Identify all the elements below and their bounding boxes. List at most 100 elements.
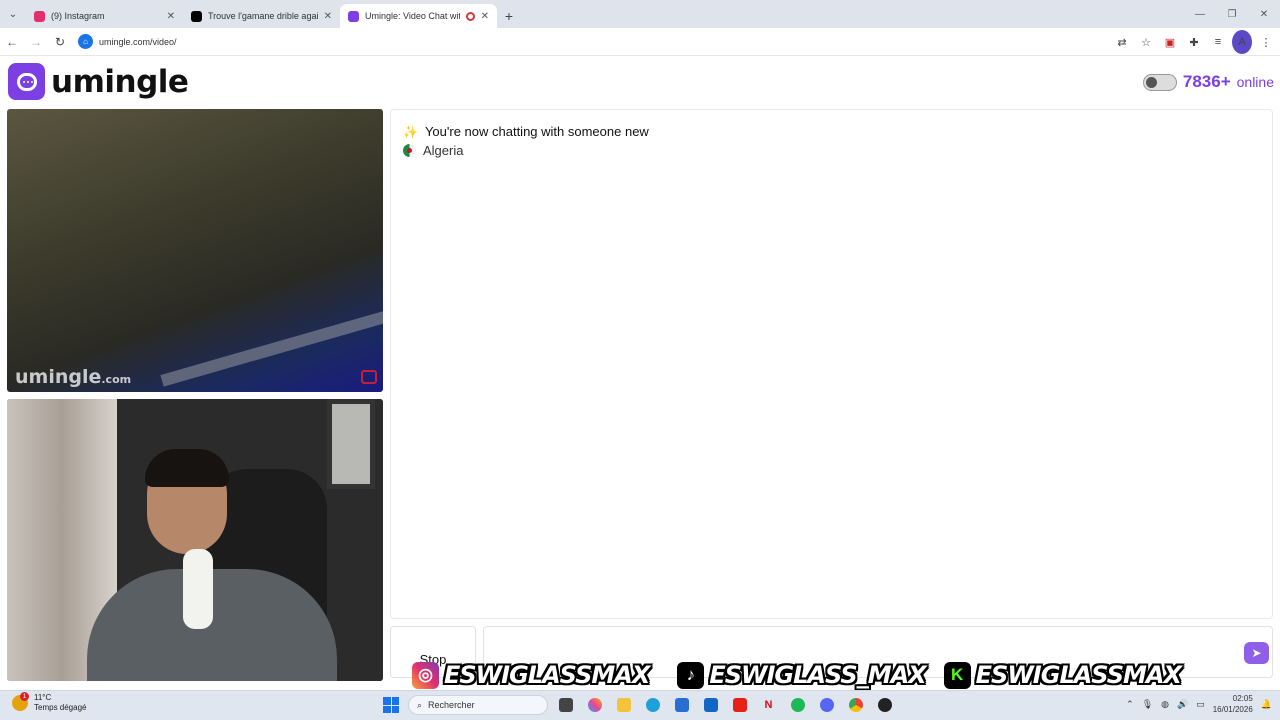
video-watermark: umingle.com — [15, 366, 131, 388]
tab-instagram[interactable]: (9) Instagram ✕ — [26, 4, 183, 28]
discord-icon[interactable] — [815, 694, 838, 716]
system-message: ✨ You're now chatting with someone new — [403, 124, 649, 139]
address-text: umingle.com/video/ — [99, 36, 177, 47]
country-line: Algeria — [403, 143, 463, 158]
tab-search-icon[interactable]: ⌄ — [0, 0, 26, 28]
taskbar-search[interactable]: ⌕ Rechercher — [408, 695, 548, 715]
kick-icon: K — [943, 661, 971, 689]
tab-label: (9) Instagram — [51, 11, 105, 21]
windows-taskbar: 1 11°C Temps dégagé ⌕ Rechercher N ⌃ 🎙 ◍… — [0, 690, 1280, 720]
watermark-main: umingle — [15, 366, 102, 388]
spotify-icon[interactable] — [786, 694, 809, 716]
close-window-icon[interactable]: ✕ — [1248, 0, 1280, 28]
youtube-icon[interactable] — [728, 694, 751, 716]
battery-icon[interactable]: ▭ — [1196, 699, 1205, 710]
translate-icon[interactable]: ⇄ — [1112, 30, 1132, 54]
search-placeholder: Rechercher — [428, 700, 475, 710]
video-picture-frame — [327, 399, 375, 489]
stream-overlay: ◎ ESWIGLASSMAX ♪ ESWIGLASS_MAX K ESWIGLA… — [412, 660, 1272, 690]
site-info-icon[interactable]: ⌂ — [78, 34, 93, 49]
network-icon[interactable]: ◍ — [1161, 699, 1169, 710]
extension-shield-icon[interactable]: ▣ — [1160, 30, 1180, 54]
handle-text: ESWIGLASS_MAX — [709, 661, 926, 689]
extensions-puzzle-icon[interactable]: ✚ — [1184, 30, 1204, 54]
watermark-tld: .com — [101, 373, 132, 386]
browser-toolbar: ← → ↻ ⌂ umingle.com/video/ ⇄ ☆ ▣ ✚ ≡ A ⋮ — [0, 28, 1280, 56]
microphone-icon[interactable]: 🎙 — [1142, 699, 1153, 710]
file-explorer-icon[interactable] — [612, 694, 635, 716]
browser-tabstrip: ⌄ (9) Instagram ✕ Trouve l'gamane drible… — [0, 0, 1280, 28]
weather-widget[interactable]: 1 11°C Temps dégagé — [12, 692, 87, 713]
outlook-icon[interactable] — [699, 694, 722, 716]
handle-text: ESWIGLASSMAX — [975, 661, 1182, 689]
handle-text: ESWIGLASSMAX — [444, 661, 650, 689]
status-message: You're now chatting with someone new — [424, 124, 649, 139]
online-label: online — [1236, 74, 1274, 90]
video-person-hair — [145, 449, 229, 487]
media-controls-icon[interactable]: ≡ — [1208, 30, 1228, 54]
profile-avatar[interactable]: A — [1232, 30, 1252, 54]
back-icon[interactable]: ← — [0, 30, 24, 54]
umingle-favicon-icon — [348, 10, 359, 22]
maximize-icon[interactable]: ❐ — [1216, 0, 1248, 28]
report-flag-icon[interactable] — [361, 370, 377, 384]
weather-sun-icon: 1 — [12, 692, 29, 711]
country-name: Algeria — [423, 143, 464, 158]
tab-umingle[interactable]: Umingle: Video Chat with S ✕ — [340, 4, 497, 28]
netflix-icon[interactable]: N — [757, 694, 780, 716]
close-icon[interactable]: ✕ — [481, 11, 489, 22]
search-icon: ⌕ — [417, 699, 423, 710]
notification-badge: 1 — [20, 692, 29, 701]
store-icon[interactable] — [670, 694, 693, 716]
reload-icon[interactable]: ↻ — [48, 30, 72, 54]
clock-time: 02:05 — [1232, 694, 1253, 703]
local-video — [7, 399, 383, 681]
online-count: 7836+ — [1182, 72, 1231, 91]
clock[interactable]: 02:05 16/01/2026 — [1213, 693, 1253, 715]
theme-toggle[interactable] — [1142, 73, 1177, 91]
close-icon[interactable]: ✕ — [324, 11, 332, 22]
algeria-flag-icon — [403, 144, 416, 157]
address-bar[interactable]: ⌂ umingle.com/video/ — [78, 31, 1078, 53]
tiktok-icon: ♪ — [677, 661, 705, 689]
plus-icon[interactable]: + — [497, 4, 521, 28]
tray-chevron-icon[interactable]: ⌃ — [1126, 699, 1134, 710]
copilot-icon[interactable] — [583, 694, 606, 716]
instagram-handle: ◎ ESWIGLASSMAX — [412, 661, 650, 689]
instagram-favicon-icon — [34, 10, 45, 22]
brand-logo-link[interactable]: umingle — [8, 63, 189, 100]
tiktok-handle: ♪ ESWIGLASS_MAX — [677, 661, 927, 689]
online-indicator: 7836+ online — [1142, 72, 1274, 92]
volume-icon[interactable]: 🔊 — [1177, 699, 1188, 710]
browser-menu-icon[interactable]: ⋮ — [1256, 30, 1276, 54]
recording-icon — [465, 11, 475, 21]
brand-name: umingle — [51, 63, 189, 100]
chat-log: ✨ You're now chatting with someone new A… — [390, 109, 1273, 619]
notifications-icon[interactable]: 🔔 — [1261, 699, 1272, 710]
tab-label: Trouve l'gamane drible against — [208, 11, 318, 21]
tab-tiktok[interactable]: Trouve l'gamane drible against ✕ — [183, 4, 340, 28]
system-tray: ⌃ 🎙 ◍ 🔊 ▭ 02:05 16/01/2026 🔔 — [1126, 693, 1272, 715]
weather-temp: 11°C — [34, 693, 52, 702]
forward-icon[interactable]: → — [24, 30, 48, 54]
video-light-streak — [160, 303, 383, 387]
chat-bubble-logo-icon — [8, 63, 45, 100]
sparkles-icon: ✨ — [403, 124, 418, 139]
toolbar-actions: ⇄ ☆ ▣ ✚ ≡ A ⋮ — [1112, 30, 1276, 54]
taskbar-apps: ⌕ Rechercher N — [380, 694, 896, 716]
weather-desc: Temps dégagé — [34, 703, 87, 712]
remote-video: umingle.com — [7, 109, 383, 392]
chrome-icon[interactable] — [844, 694, 867, 716]
task-view-icon[interactable] — [554, 694, 577, 716]
obs-icon[interactable] — [873, 694, 896, 716]
bookmark-star-icon[interactable]: ☆ — [1136, 30, 1156, 54]
window-controls: — ❐ ✕ — [1184, 0, 1280, 28]
edge-icon[interactable] — [641, 694, 664, 716]
instagram-icon: ◎ — [412, 661, 439, 689]
video-microphone — [183, 549, 213, 629]
windows-start-icon[interactable] — [380, 694, 402, 716]
tiktok-favicon-icon — [191, 10, 202, 22]
tab-label: Umingle: Video Chat with S — [365, 11, 460, 21]
minimize-icon[interactable]: — — [1184, 0, 1216, 28]
close-icon[interactable]: ✕ — [167, 11, 175, 22]
